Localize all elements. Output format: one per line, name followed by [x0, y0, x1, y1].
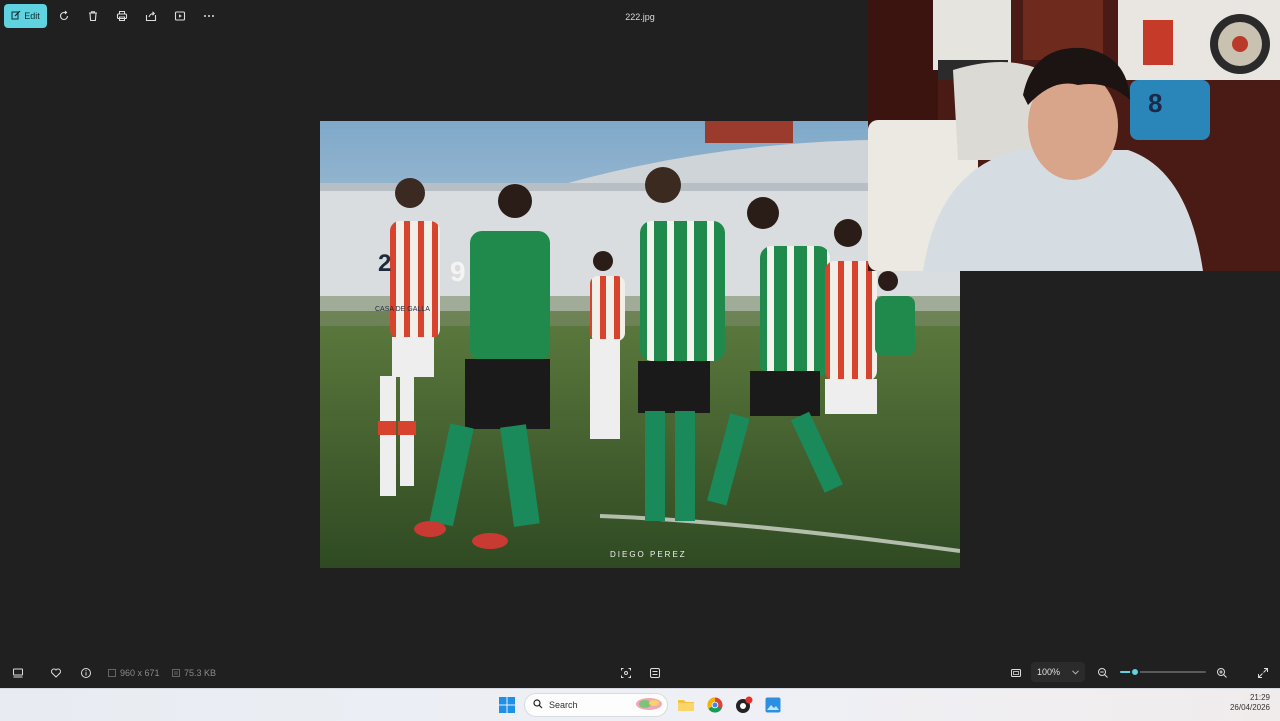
photographer-watermark: DIEGO PEREZ [610, 550, 687, 559]
file-size-text: 75.3 KB [184, 668, 217, 678]
photos-app-icon[interactable] [763, 695, 783, 715]
player-number-2: 2 [378, 250, 391, 277]
favorite-icon[interactable] [49, 666, 63, 680]
player-number-9: 9 [450, 256, 466, 287]
jersey-number: 8 [1148, 88, 1162, 118]
zoom-out-icon[interactable] [1096, 666, 1110, 680]
system-clock[interactable]: 21:29 26/04/2026 [1230, 693, 1270, 713]
app-notification-icon[interactable] [734, 695, 754, 715]
fit-to-window-icon[interactable] [1009, 666, 1023, 680]
zoom-slider[interactable] [1120, 667, 1206, 677]
image-dimensions: 960 x 671 [108, 666, 160, 680]
webcam-overlay: 8 [868, 0, 1280, 271]
dimensions-icon [108, 664, 116, 682]
windows-taskbar: Search 21:29 26/04/2026 [0, 688, 1280, 721]
chevron-down-icon [1072, 667, 1079, 677]
search-icon [533, 699, 543, 711]
zoom-level-dropdown[interactable]: 100% [1031, 662, 1085, 682]
file-explorer-icon[interactable] [676, 695, 696, 715]
adjust-icon[interactable] [648, 666, 662, 680]
clock-date: 26/04/2026 [1229, 703, 1270, 712]
bottom-status-bar: 960 x 671 75.3 KB [0, 660, 1280, 686]
fullscreen-icon[interactable] [1256, 666, 1270, 680]
search-placeholder: Search [549, 700, 578, 710]
start-icon[interactable] [497, 695, 517, 715]
player-red-background [590, 251, 625, 439]
info-icon[interactable] [79, 666, 93, 680]
football-photo: 9 2 CASA DE GALLA DIEGO PEREZ [320, 121, 960, 568]
crop-icon[interactable] [619, 666, 633, 680]
sponsor-text: CASA DE GALLA [375, 306, 430, 313]
file-size: 75.3 KB [172, 666, 216, 680]
file-size-icon [172, 664, 180, 682]
filmstrip-icon[interactable] [11, 666, 25, 680]
chrome-icon[interactable] [705, 695, 725, 715]
zoom-level-value: 100% [1037, 667, 1061, 677]
webcam-feed: 8 [868, 0, 1280, 271]
search-highlight-icon [635, 697, 663, 713]
photo-viewer-image: 9 2 CASA DE GALLA DIEGO PEREZ [320, 121, 960, 568]
zoom-slider-thumb[interactable] [1129, 667, 1140, 677]
taskbar-search[interactable]: Search [524, 693, 668, 717]
dimensions-text: 960 x 671 [120, 668, 160, 678]
clock-time: 21:29 [1249, 693, 1270, 702]
zoom-in-icon[interactable] [1215, 666, 1229, 680]
